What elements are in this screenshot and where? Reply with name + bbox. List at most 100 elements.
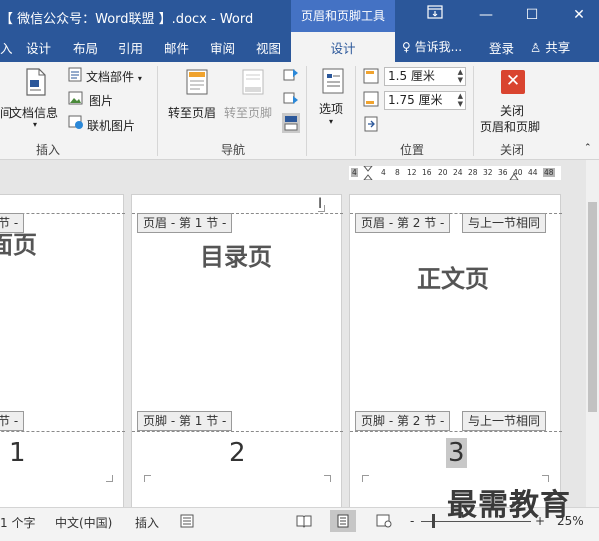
word-window: 【 微信公众号：Word联盟 】.docx - Word 页眉和页脚工具 — ☐…	[0, 0, 599, 541]
close-group-label: 关闭	[500, 143, 525, 157]
zoom-slider-thumb[interactable]	[432, 514, 435, 528]
tab-view[interactable]: 视图	[256, 38, 281, 57]
footer-boundary	[350, 431, 562, 432]
ruler-tick: 36	[498, 168, 508, 177]
close-window-button[interactable]: ✕	[559, 0, 599, 32]
tab-review[interactable]: 审阅	[210, 38, 235, 57]
link-to-previous-icon[interactable]	[282, 113, 300, 136]
margin-corner-mark	[144, 475, 151, 482]
insert-mode-indicator[interactable]: 插入	[135, 514, 159, 531]
word-count[interactable]: 1 个字	[0, 514, 35, 531]
doc-info-button[interactable]: 文档信息	[10, 104, 58, 121]
page-number[interactable]: 1	[9, 438, 26, 468]
ribbon-display-options-icon[interactable]	[415, 0, 455, 32]
goto-footer-icon	[241, 68, 265, 99]
vertical-scrollbar[interactable]	[586, 160, 599, 507]
footer-same-as-previous-tag: 与上一节相同	[462, 411, 547, 431]
tab-insert-partial[interactable]: 入	[0, 38, 13, 57]
group-separator	[306, 66, 307, 156]
window-title: 【 微信公众号：Word联盟 】.docx - Word	[0, 12, 254, 27]
tell-me-label: 告诉我...	[414, 40, 463, 54]
goto-footer-button[interactable]: 转至页脚	[224, 104, 272, 121]
close-header-footer-label[interactable]: 页眉和页脚	[480, 118, 540, 135]
lightbulb-icon: ♀	[402, 40, 411, 54]
ribbon: 间 文档信息 ▾ 文档部件 ▾ 图片 联机图片 插入 转至页眉 转至页脚 导航 …	[0, 62, 599, 160]
document-area[interactable]: 节 - 封面页 节 - 1 页眉 - 第 1 节 - 目录页 页脚 - 第 1 …	[0, 160, 586, 514]
tab-mailings[interactable]: 邮件	[164, 38, 189, 57]
previous-section-icon[interactable]	[283, 67, 299, 86]
next-section-icon[interactable]	[283, 90, 299, 109]
footer-section-tag: 节 -	[0, 411, 25, 431]
footer-position-value: 1.75 厘米	[388, 93, 443, 107]
tab-layout[interactable]: 布局	[73, 38, 98, 57]
close-header-footer-button[interactable]: 关闭	[500, 102, 524, 119]
footer-boundary	[132, 431, 343, 432]
ruler-tick: 28	[468, 168, 478, 177]
margin-corner-mark	[106, 475, 113, 482]
footer-position-input[interactable]: 1.75 厘米 ▲ ▼	[384, 91, 466, 110]
goto-header-icon	[185, 68, 209, 99]
maximize-button[interactable]: ☐	[512, 0, 552, 32]
collapse-ribbon-icon[interactable]: ⌃	[584, 143, 592, 153]
document-info-icon[interactable]	[25, 68, 47, 99]
online-picture-button[interactable]: 联机图片	[87, 117, 135, 134]
right-indent-marker-icon[interactable]	[509, 166, 519, 180]
footer-boundary	[0, 431, 125, 432]
share-button[interactable]: ♙ 共享	[530, 37, 570, 56]
footer-section-tag: 页脚 - 第 1 节 -	[137, 411, 233, 431]
scrollbar-thumb[interactable]	[588, 202, 597, 412]
group-separator	[355, 66, 356, 156]
ribbon-tabs: 入 设计 布局 引用 邮件 审阅 视图 设计 ♀ 告诉我... 登录 ♙ 共享	[0, 32, 599, 62]
options-dropdown-icon[interactable]: ▾	[329, 117, 333, 126]
text-cursor-icon: I	[318, 196, 323, 212]
ruler-tick: 16	[422, 168, 432, 177]
header-position-input[interactable]: 1.5 厘米 ▲ ▼	[384, 67, 466, 86]
quick-parts-button[interactable]: 文档部件 ▾	[86, 68, 142, 85]
insert-alignment-tab-icon[interactable]	[364, 116, 378, 135]
spinner-arrows-icon[interactable]: ▲ ▼	[458, 68, 463, 84]
group-separator	[157, 66, 158, 156]
macro-record-icon[interactable]	[180, 514, 194, 531]
minimize-button[interactable]: —	[466, 0, 506, 32]
read-mode-icon[interactable]	[296, 514, 312, 531]
title-bar: 【 微信公众号：Word联盟 】.docx - Word 页眉和页脚工具 — ☐…	[0, 0, 599, 32]
web-layout-icon[interactable]	[376, 514, 392, 531]
tab-design[interactable]: 设计	[26, 38, 51, 57]
zoom-out-button[interactable]: -	[410, 514, 414, 528]
spinner-arrows-icon[interactable]: ▲ ▼	[458, 92, 463, 108]
ruler-tick: 4	[381, 168, 386, 177]
picture-icon	[68, 91, 83, 108]
page-title: 正文页	[417, 265, 489, 293]
close-header-footer-icon[interactable]: ✕	[501, 70, 525, 94]
language-indicator[interactable]: 中文(中国)	[55, 514, 112, 531]
group-separator	[473, 66, 474, 156]
quick-parts-label: 文档部件	[86, 70, 135, 84]
header-section-tag: 页眉 - 第 1 节 -	[137, 213, 233, 233]
margin-corner-mark	[324, 475, 331, 482]
quick-parts-icon	[68, 67, 82, 85]
tab-header-footer-design[interactable]: 设计	[291, 32, 395, 62]
page-number[interactable]: 2	[229, 438, 246, 468]
margin-corner-mark	[362, 475, 369, 482]
picture-button[interactable]: 图片	[89, 92, 113, 109]
ruler-tick: 24	[453, 168, 463, 177]
options-button[interactable]: 选项	[319, 100, 343, 117]
horizontal-ruler[interactable]: 4 4 8 12 16 20 24 28 32 36 40 44 48	[349, 166, 561, 180]
indent-marker-icon[interactable]	[363, 166, 373, 180]
ruler-tick: 32	[483, 168, 493, 177]
tell-me-search[interactable]: ♀ 告诉我...	[402, 38, 462, 55]
print-layout-icon[interactable]	[336, 514, 350, 531]
doc-info-dropdown-icon[interactable]: ▾	[33, 120, 37, 129]
insert-group-label: 插入	[36, 143, 61, 157]
header-same-as-previous-tag: 与上一节相同	[462, 213, 547, 233]
watermark-logo: 最需教育	[447, 488, 571, 523]
page-number-selected[interactable]: 3	[446, 438, 467, 468]
sign-in-link[interactable]: 登录	[489, 38, 514, 57]
header-top-icon	[363, 67, 379, 88]
page-2: 页眉 - 第 1 节 - 目录页 页脚 - 第 1 节 - 2	[131, 194, 343, 514]
ruler-tick: 44	[528, 168, 538, 177]
tab-references[interactable]: 引用	[118, 38, 143, 57]
goto-header-button[interactable]: 转至页眉	[168, 104, 216, 121]
page-3: 页眉 - 第 2 节 - 与上一节相同 正文页 页脚 - 第 2 节 - 与上一…	[349, 194, 562, 514]
page-title: 封面页	[0, 231, 37, 259]
